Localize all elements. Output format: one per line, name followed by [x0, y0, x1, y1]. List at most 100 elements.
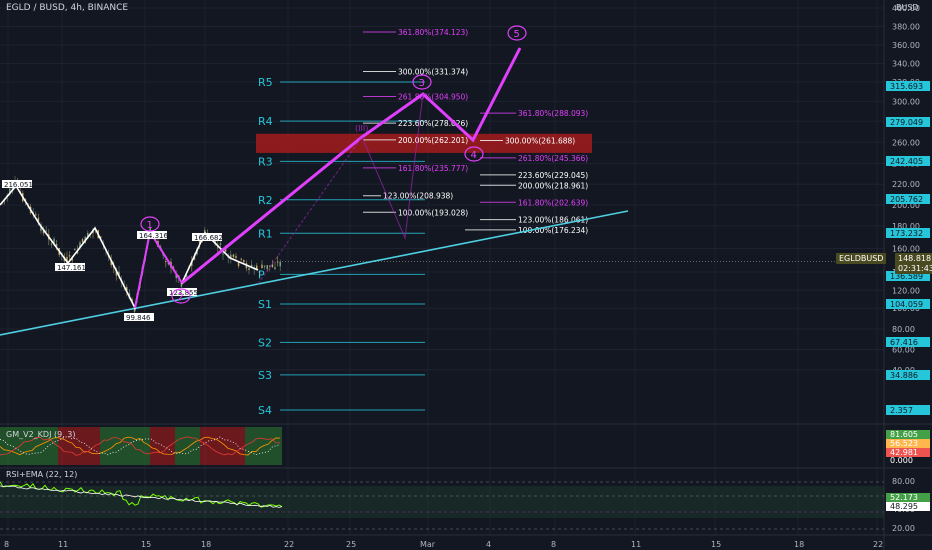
candle-body — [266, 265, 268, 270]
pivot-label: S2 — [258, 336, 272, 349]
candle-body — [35, 214, 37, 216]
candle-body — [50, 243, 53, 245]
rsi-tick-label: 80.00 — [892, 477, 915, 486]
axis-value-tag-label: 173.232 — [890, 229, 923, 238]
candle-body — [263, 265, 266, 267]
fib-label: 261.80%(304.950) — [398, 93, 468, 102]
pivot-label: S1 — [258, 298, 272, 311]
date-tick-label: 11 — [631, 540, 641, 549]
kdj-tag-label: 0.000 — [890, 456, 913, 465]
candle-body — [240, 258, 242, 260]
price-label: 216.051 — [4, 181, 33, 189]
rsi-tag-label: 52.173 — [890, 493, 918, 502]
date-tick-label: 8 — [4, 540, 9, 549]
fib-label: 261.80%(245.366) — [518, 154, 588, 163]
date-tick-label: 18 — [794, 540, 804, 549]
price-label: 147.161 — [57, 264, 86, 272]
countdown-tag: 02:31:43 — [895, 263, 932, 274]
candle-body — [222, 253, 224, 255]
date-tick-label: 4 — [486, 540, 491, 549]
fib-label: 223.60%(229.045) — [518, 171, 588, 180]
candle-body — [258, 271, 261, 273]
axis-tick-label: 120.00 — [892, 286, 920, 295]
axis-value-tag-label: 67.416 — [890, 338, 918, 347]
rsi-tick-label: 20.00 — [892, 524, 915, 533]
axis-value-tag-label: 205.762 — [890, 195, 923, 204]
date-tick-label: 15 — [141, 540, 151, 549]
wave-label: 4 — [471, 150, 477, 161]
axis-tick-label: 220.00 — [892, 180, 920, 189]
candle-body — [271, 264, 274, 268]
price-label: 99.846 — [126, 314, 151, 322]
chart-title: EGLD / BUSD, 4h, BINANCE — [6, 3, 129, 13]
pivot-label: R1 — [258, 227, 273, 240]
candle-body — [68, 255, 71, 257]
axis-tick-label: 340.00 — [892, 60, 920, 69]
candle-body — [276, 261, 279, 263]
fib-label: 161.80%(202.639) — [518, 198, 588, 207]
candle-body — [232, 254, 235, 257]
pivot-label: R4 — [258, 115, 273, 128]
axis-tick-label: 260.00 — [892, 138, 920, 147]
candle-body — [165, 261, 167, 263]
pivot-label: S3 — [258, 369, 272, 382]
fib-label: 300.00%(331.374) — [398, 67, 468, 76]
candle-body — [74, 248, 76, 251]
axis-value-tag-label: 279.049 — [890, 118, 923, 127]
date-tick-label: 18 — [201, 540, 211, 549]
rsi-band — [0, 486, 884, 518]
fib-label: 123.00%(186.061) — [518, 216, 588, 225]
pivot-label: R3 — [258, 155, 273, 168]
pivot-label: S4 — [258, 404, 272, 417]
axis-tick-label: 380.00 — [892, 23, 920, 32]
pivot-label: R2 — [258, 194, 273, 207]
kdj-label: GM_V2_KDJ (9, 3) — [6, 430, 76, 439]
candle-body — [274, 267, 276, 269]
date-tick-label: 22 — [873, 540, 883, 549]
date-tick-label: Mar — [420, 540, 436, 549]
kdj-band — [100, 427, 150, 465]
fib-label: 200.00%(262.201) — [398, 136, 468, 145]
kdj-tag-label: 56.523 — [890, 439, 918, 448]
rsi-tag-label: 48.295 — [890, 502, 918, 511]
chart-canvas[interactable]: BUSD40.0060.0080.00100.00120.00140.00160… — [0, 0, 932, 550]
date-tick-label: 8 — [551, 540, 556, 549]
wave-label: 5 — [514, 29, 520, 40]
axis-tick-label: 80.00 — [892, 325, 915, 334]
price-label: 164.316 — [139, 232, 168, 240]
candle-body — [235, 256, 237, 259]
axis-value-tag-label: 315.693 — [890, 82, 923, 91]
date-tick-label: 22 — [284, 540, 294, 549]
axis-tick-label: 300.00 — [892, 97, 920, 106]
kdj-tag-label: 81.605 — [890, 430, 918, 439]
fib-label: 123.00%(208.938) — [383, 192, 453, 201]
fib-label: 361.80%(374.123) — [398, 28, 468, 37]
kdj-band — [175, 427, 200, 465]
candle-body — [248, 267, 250, 271]
axis-tick-label: 360.00 — [892, 41, 920, 50]
price-label: 166.682 — [194, 234, 223, 242]
date-tick-label: 11 — [58, 540, 68, 549]
fib-label: 161.80%(235.777) — [398, 164, 468, 173]
symbol-tag: EGLDBUSD — [836, 253, 887, 264]
axis-tick-label: 400.00 — [892, 4, 920, 13]
wave-label: 3 — [419, 78, 425, 89]
axis-value-tag-label: 242.405 — [890, 157, 923, 166]
candle-body — [243, 260, 245, 263]
axis-value-tag-label: 34.886 — [890, 371, 918, 380]
date-tick-label: 15 — [711, 540, 721, 549]
fib-label: 300.00%(261.688) — [505, 136, 575, 145]
wave-label: (III) — [355, 124, 368, 133]
axis-value-tag-label: 2.357 — [890, 406, 913, 415]
candle-body — [261, 264, 263, 269]
candle-body — [219, 243, 222, 246]
wave-label: 2 — [178, 292, 184, 303]
wave-label: 1 — [147, 220, 153, 231]
candle-body — [81, 239, 84, 243]
axis-value-tag-label: 104.059 — [890, 300, 923, 309]
pivot-label: R5 — [258, 76, 273, 89]
kdj-band — [150, 427, 175, 465]
fib-label: 361.80%(288.093) — [518, 109, 588, 118]
rsi-label: RSI+EMA (22, 12) — [6, 470, 78, 479]
candle-body — [279, 261, 281, 267]
